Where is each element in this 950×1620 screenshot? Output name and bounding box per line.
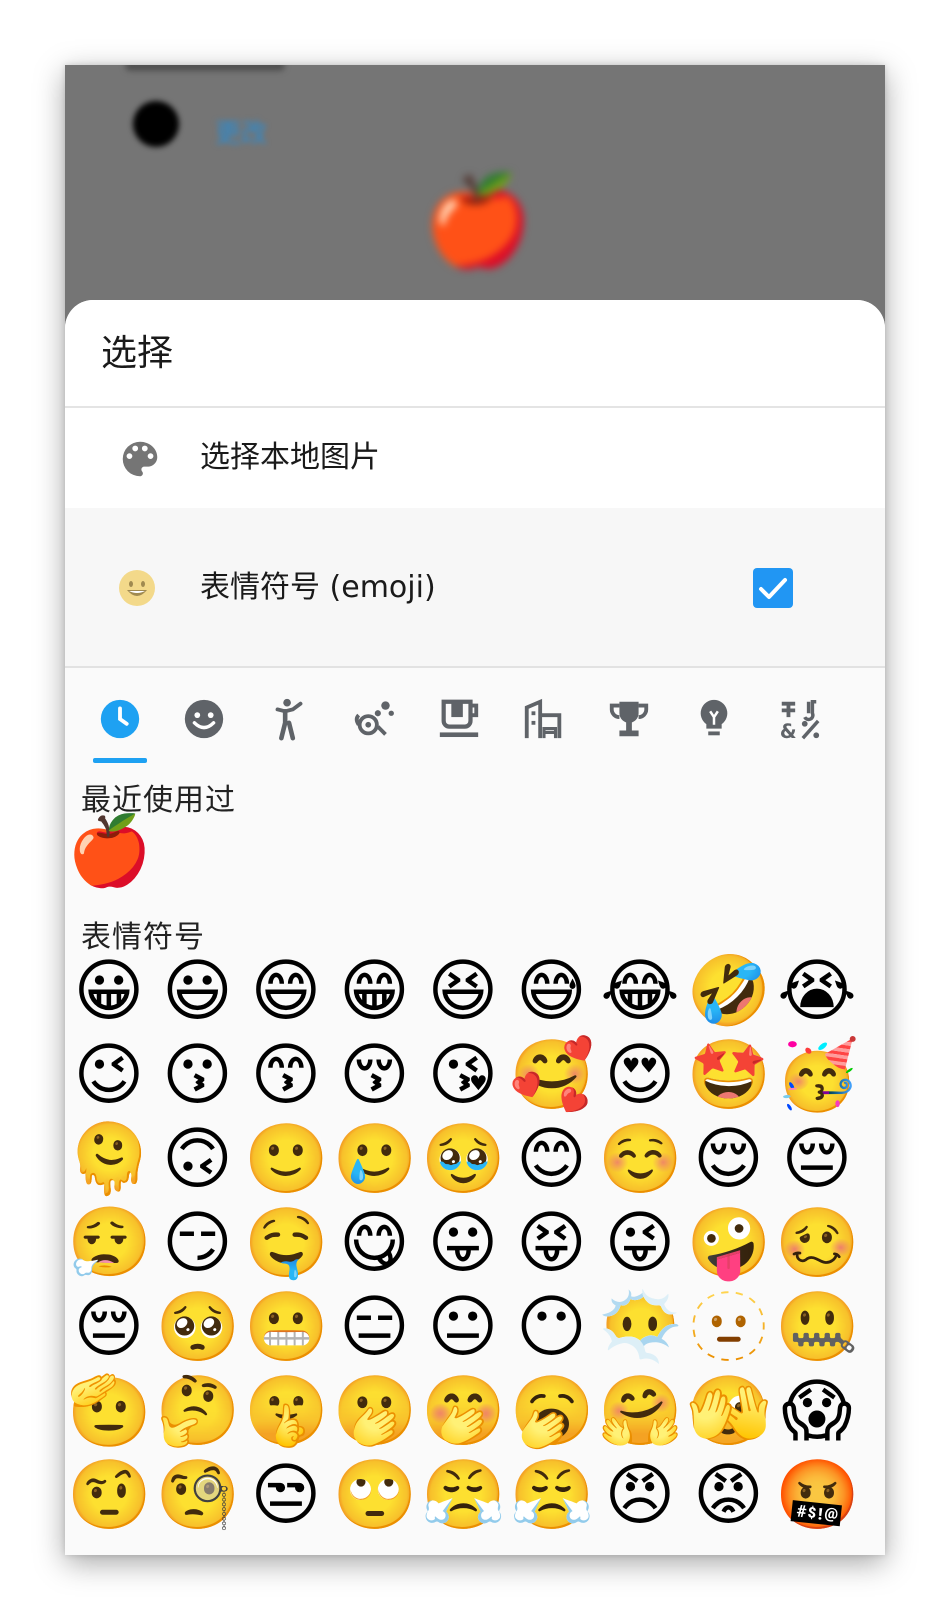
emoji-cell[interactable]: ☺️ — [598, 1118, 683, 1202]
emoji-cell[interactable]: 🫠 — [67, 1118, 152, 1202]
emoji-cell[interactable]: 😜 — [598, 1202, 682, 1286]
smiley-face-icon[interactable] — [181, 696, 227, 742]
emoji-checkbox[interactable] — [753, 568, 793, 608]
emoji-cell[interactable]: 🫢 — [333, 1370, 418, 1454]
emoji-cell[interactable]: 🥲 — [333, 1118, 418, 1202]
option-emoji[interactable]: 表情符号 (emoji) — [65, 508, 885, 668]
palette-icon — [122, 441, 158, 477]
emoji-cell[interactable]: 😚 — [333, 1034, 417, 1118]
emoji-cell[interactable]: 🥳 — [775, 1034, 860, 1118]
emoji-cell[interactable]: 🤭 — [421, 1370, 506, 1454]
lightbulb-icon[interactable] — [691, 696, 737, 742]
emoji-cell[interactable]: 😬 — [244, 1286, 329, 1370]
emoji-cell[interactable]: 🥰 — [510, 1034, 595, 1118]
emoji-cell[interactable]: 😄 — [244, 950, 328, 1034]
emoji-cell[interactable]: 😘 — [421, 1034, 505, 1118]
emoji-cell[interactable]: 🤪 — [687, 1202, 772, 1286]
emoji-cell[interactable]: 😱 — [775, 1370, 859, 1454]
building-icon[interactable] — [521, 696, 567, 742]
emoji-cell[interactable]: 😔 — [775, 1118, 859, 1202]
emoji-cell[interactable]: 🤤 — [244, 1202, 329, 1286]
emoji-cell[interactable]: 😌 — [687, 1118, 771, 1202]
emoji-cell[interactable]: 🫥 — [687, 1286, 772, 1370]
svg-text:&: & — [780, 720, 797, 742]
emoji-cell[interactable]: 🧐 — [156, 1454, 241, 1538]
emoji-cell[interactable]: 😐 — [421, 1286, 505, 1370]
emoji-cell[interactable]: 😛 — [421, 1202, 505, 1286]
emoji-cell[interactable]: 🫣 — [687, 1370, 772, 1454]
emoji-cell[interactable]: 😍 — [598, 1034, 682, 1118]
emoji-cell[interactable]: 😡 — [687, 1454, 771, 1538]
emoji-cell[interactable]: 😏 — [156, 1202, 240, 1286]
emoji-cell[interactable]: 😶‍🌫️ — [598, 1286, 683, 1370]
clock-icon[interactable] — [97, 696, 143, 742]
emoji-cell[interactable]: 🤩 — [687, 1034, 772, 1118]
emoji-cell[interactable]: 😃 — [156, 950, 240, 1034]
emoji-cell[interactable]: 🥺 — [156, 1286, 241, 1370]
emoji-cell[interactable]: 🙂 — [244, 1118, 329, 1202]
symbols-icon[interactable]: & — [776, 696, 822, 742]
emoji-cell[interactable]: 😑 — [333, 1286, 417, 1370]
option-label: 选择本地图片 — [200, 440, 380, 475]
emoji-cell[interactable]: 😶 — [510, 1286, 594, 1370]
emoji-cell[interactable]: 😊 — [510, 1118, 594, 1202]
food-cup-icon[interactable] — [436, 696, 482, 742]
person-icon[interactable] — [266, 696, 312, 742]
emoji-cell[interactable]: 😙 — [244, 1034, 328, 1118]
emoji-cell[interactable]: 😋 — [333, 1202, 417, 1286]
emoji-cell[interactable]: 😮‍💨 — [67, 1202, 152, 1286]
selected-tab-indicator — [93, 758, 147, 763]
check-icon — [759, 578, 787, 599]
emoji-cell[interactable]: 🤣 — [687, 950, 772, 1034]
blurred-avatar — [133, 101, 179, 147]
nature-icon[interactable] — [351, 696, 397, 742]
emoji-cell[interactable]: 😤 — [421, 1454, 506, 1538]
emoji-cell[interactable]: 🤗 — [598, 1370, 683, 1454]
blurred-bar — [125, 65, 285, 71]
emoji-cell[interactable]: 🤔 — [156, 1370, 241, 1454]
emoji-cell[interactable]: 😗 — [156, 1034, 240, 1118]
emoji-cell[interactable]: 😤 — [510, 1454, 595, 1538]
emoji-cell[interactable]: 🤐 — [775, 1286, 860, 1370]
blurred-apple-emoji: 🍎 — [423, 169, 533, 272]
emoji-cell[interactable]: 😭 — [775, 950, 859, 1034]
emoji-cell[interactable]: 😂 — [598, 950, 682, 1034]
emoji-cell[interactable]: 😝 — [510, 1202, 594, 1286]
emoji-cell[interactable]: 😀 — [67, 950, 151, 1034]
emoji-cell[interactable]: 🍎 — [67, 810, 152, 894]
emoji-cell[interactable]: 😒 — [244, 1454, 328, 1538]
emoji-cell[interactable]: 🙄 — [333, 1454, 418, 1538]
emoji-cell[interactable]: 🤬 — [775, 1454, 860, 1538]
phone-screen: 更改 🍎 选择 选择本地图片 表情符号 (emoji) & 最近使用过 🍎 表情… — [65, 65, 885, 1555]
emoji-category-tabs: & — [65, 668, 885, 766]
bottom-sheet: 选择 选择本地图片 表情符号 (emoji) & 最近使用过 🍎 表情符号 😀 … — [65, 300, 885, 1555]
option-label: 表情符号 (emoji) — [200, 570, 436, 605]
emoji-cell[interactable]: 🤨 — [67, 1454, 152, 1538]
emoji-cell[interactable]: 🫡 — [67, 1370, 152, 1454]
smiley-icon — [119, 570, 155, 606]
emoji-cell[interactable]: 😔 — [67, 1286, 151, 1370]
trophy-icon[interactable] — [606, 696, 652, 742]
emoji-cell[interactable]: 😠 — [598, 1454, 682, 1538]
option-local-image[interactable]: 选择本地图片 — [65, 408, 885, 508]
blurred-link: 更改 — [215, 119, 268, 149]
emoji-cell[interactable]: 🙃 — [156, 1118, 240, 1202]
emoji-cell[interactable]: 😅 — [510, 950, 594, 1034]
sheet-title: 选择 — [65, 300, 885, 408]
emoji-cell[interactable]: 😁 — [333, 950, 417, 1034]
emoji-cell[interactable]: 🥴 — [775, 1202, 860, 1286]
emoji-cell[interactable]: 🥱 — [510, 1370, 595, 1454]
emoji-cell[interactable]: 😆 — [421, 950, 505, 1034]
emoji-cell[interactable]: 🤫 — [244, 1370, 329, 1454]
emoji-cell[interactable]: 😉 — [67, 1034, 151, 1118]
emoji-cell[interactable]: 🥹 — [421, 1118, 506, 1202]
